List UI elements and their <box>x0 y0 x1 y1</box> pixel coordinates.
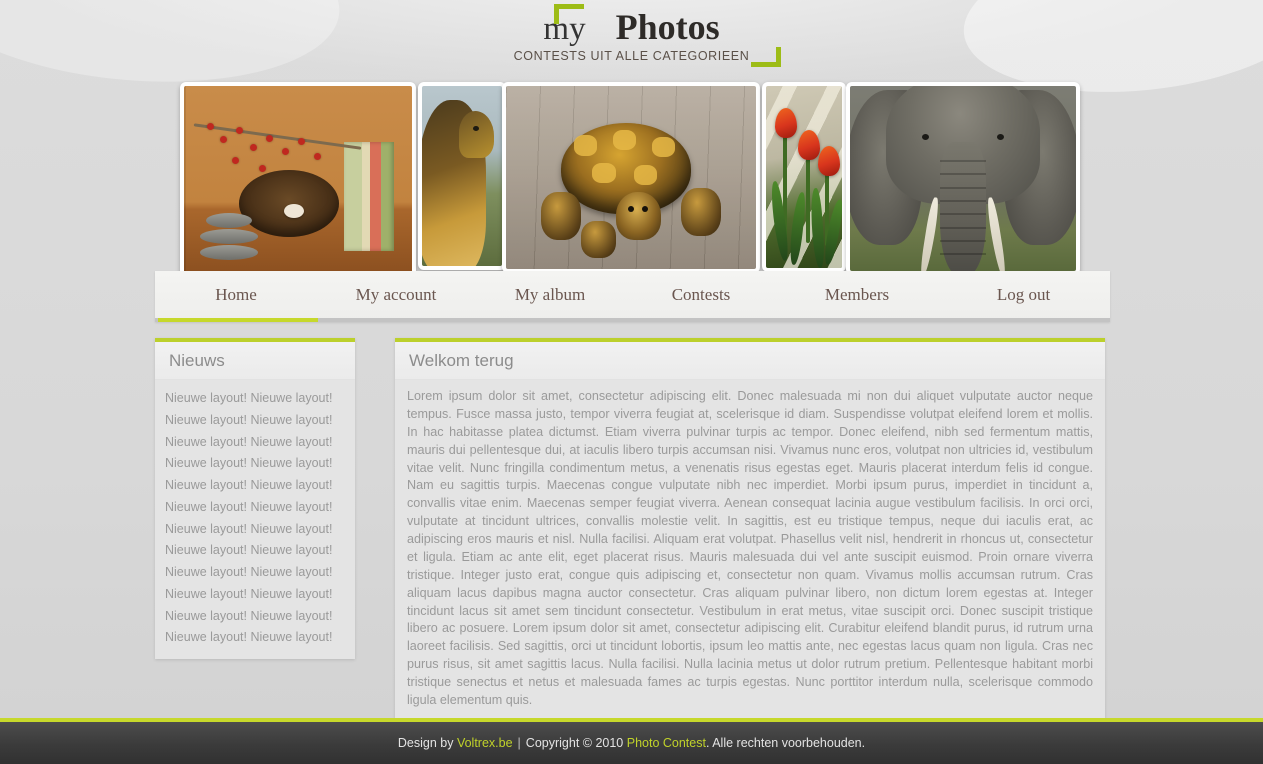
nav-item-log-out[interactable]: Log out <box>937 285 1110 305</box>
footer-copyright-label: Copyright © 2010 <box>525 736 627 750</box>
news-list: Nieuwe layout! Nieuwe layout! Nieuwe lay… <box>155 380 355 659</box>
list-item[interactable]: Nieuwe layout! Nieuwe layout! <box>155 410 355 432</box>
logo-wordmark: my Photos CONTESTS UIT ALLE CATEGORIEEN <box>500 4 782 67</box>
photo-tulips[interactable] <box>762 82 846 272</box>
photo-dog[interactable] <box>418 82 506 270</box>
welcome-body: Lorem ipsum dolor sit amet, consectetur … <box>395 380 1105 722</box>
site-logo[interactable]: my Photos CONTESTS UIT ALLE CATEGORIEEN <box>0 4 1263 67</box>
list-item[interactable]: Nieuwe layout! Nieuwe layout! <box>155 475 355 497</box>
page-title: Welkom terug <box>409 351 514 370</box>
footer-rights-label: . Alle rechten voorbehouden. <box>705 736 866 750</box>
footer-design-by-label: Design by <box>397 736 457 750</box>
list-item[interactable]: Nieuwe layout! Nieuwe layout! <box>155 519 355 541</box>
list-item[interactable]: Nieuwe layout! Nieuwe layout! <box>155 540 355 562</box>
news-panel-header: Nieuws <box>155 342 355 380</box>
list-item[interactable]: Nieuwe layout! Nieuwe layout! <box>155 627 355 649</box>
main-navigation: Home My account My album Contests Member… <box>155 271 1110 322</box>
news-sidebar: Nieuws Nieuwe layout! Nieuwe layout! Nie… <box>155 338 355 659</box>
gallery-photo-strip <box>180 82 1080 277</box>
bracket-top-left-icon <box>553 4 584 24</box>
list-item[interactable]: Nieuwe layout! Nieuwe layout! <box>155 584 355 606</box>
welcome-paragraph: Lorem ipsum dolor sit amet, consectetur … <box>407 389 1093 707</box>
list-item[interactable]: Nieuwe layout! Nieuwe layout! <box>155 606 355 628</box>
page-root: myPhotos CONTESTS UIT ALLE CATEGORIEEN <box>0 0 1263 764</box>
site-header: my Photos CONTESTS UIT ALLE CATEGORIEEN <box>0 0 1263 109</box>
nav-item-members[interactable]: Members <box>777 285 937 305</box>
list-item[interactable]: Nieuwe layout! Nieuwe layout! <box>155 562 355 584</box>
footer-separator: | <box>517 736 521 750</box>
list-item[interactable]: Nieuwe layout! Nieuwe layout! <box>155 497 355 519</box>
footer-brand-link[interactable]: Photo Contest <box>627 736 706 750</box>
photo-elephant[interactable] <box>846 82 1080 275</box>
nav-item-home[interactable]: Home <box>155 285 317 305</box>
list-item[interactable]: Nieuwe layout! Nieuwe layout! <box>155 432 355 454</box>
list-item[interactable]: Nieuwe layout! Nieuwe layout! <box>155 388 355 410</box>
welcome-panel: Welkom terug Lorem ipsum dolor sit amet,… <box>395 338 1105 722</box>
list-item[interactable]: Nieuwe layout! Nieuwe layout! <box>155 453 355 475</box>
footer-text: Design by Voltrex.be | Copyright © 2010 Ph… <box>398 736 865 750</box>
news-title: Nieuws <box>169 351 225 370</box>
logo-photos-text: Photos <box>615 7 720 47</box>
bracket-bottom-right-icon <box>751 47 782 67</box>
welcome-panel-header: Welkom terug <box>395 342 1105 380</box>
photo-turtle[interactable] <box>502 82 760 273</box>
logo-tagline: CONTESTS UIT ALLE CATEGORIEEN <box>513 49 750 63</box>
footer-designer-link[interactable]: Voltrex.be <box>457 736 513 750</box>
photo-nest[interactable] <box>180 82 416 277</box>
nav-item-contests[interactable]: Contests <box>625 285 777 305</box>
nav-active-indicator <box>158 318 318 322</box>
nav-item-my-album[interactable]: My album <box>475 285 625 305</box>
nav-item-my-account[interactable]: My account <box>317 285 475 305</box>
site-footer: Design by Voltrex.be | Copyright © 2010 Ph… <box>0 718 1263 764</box>
